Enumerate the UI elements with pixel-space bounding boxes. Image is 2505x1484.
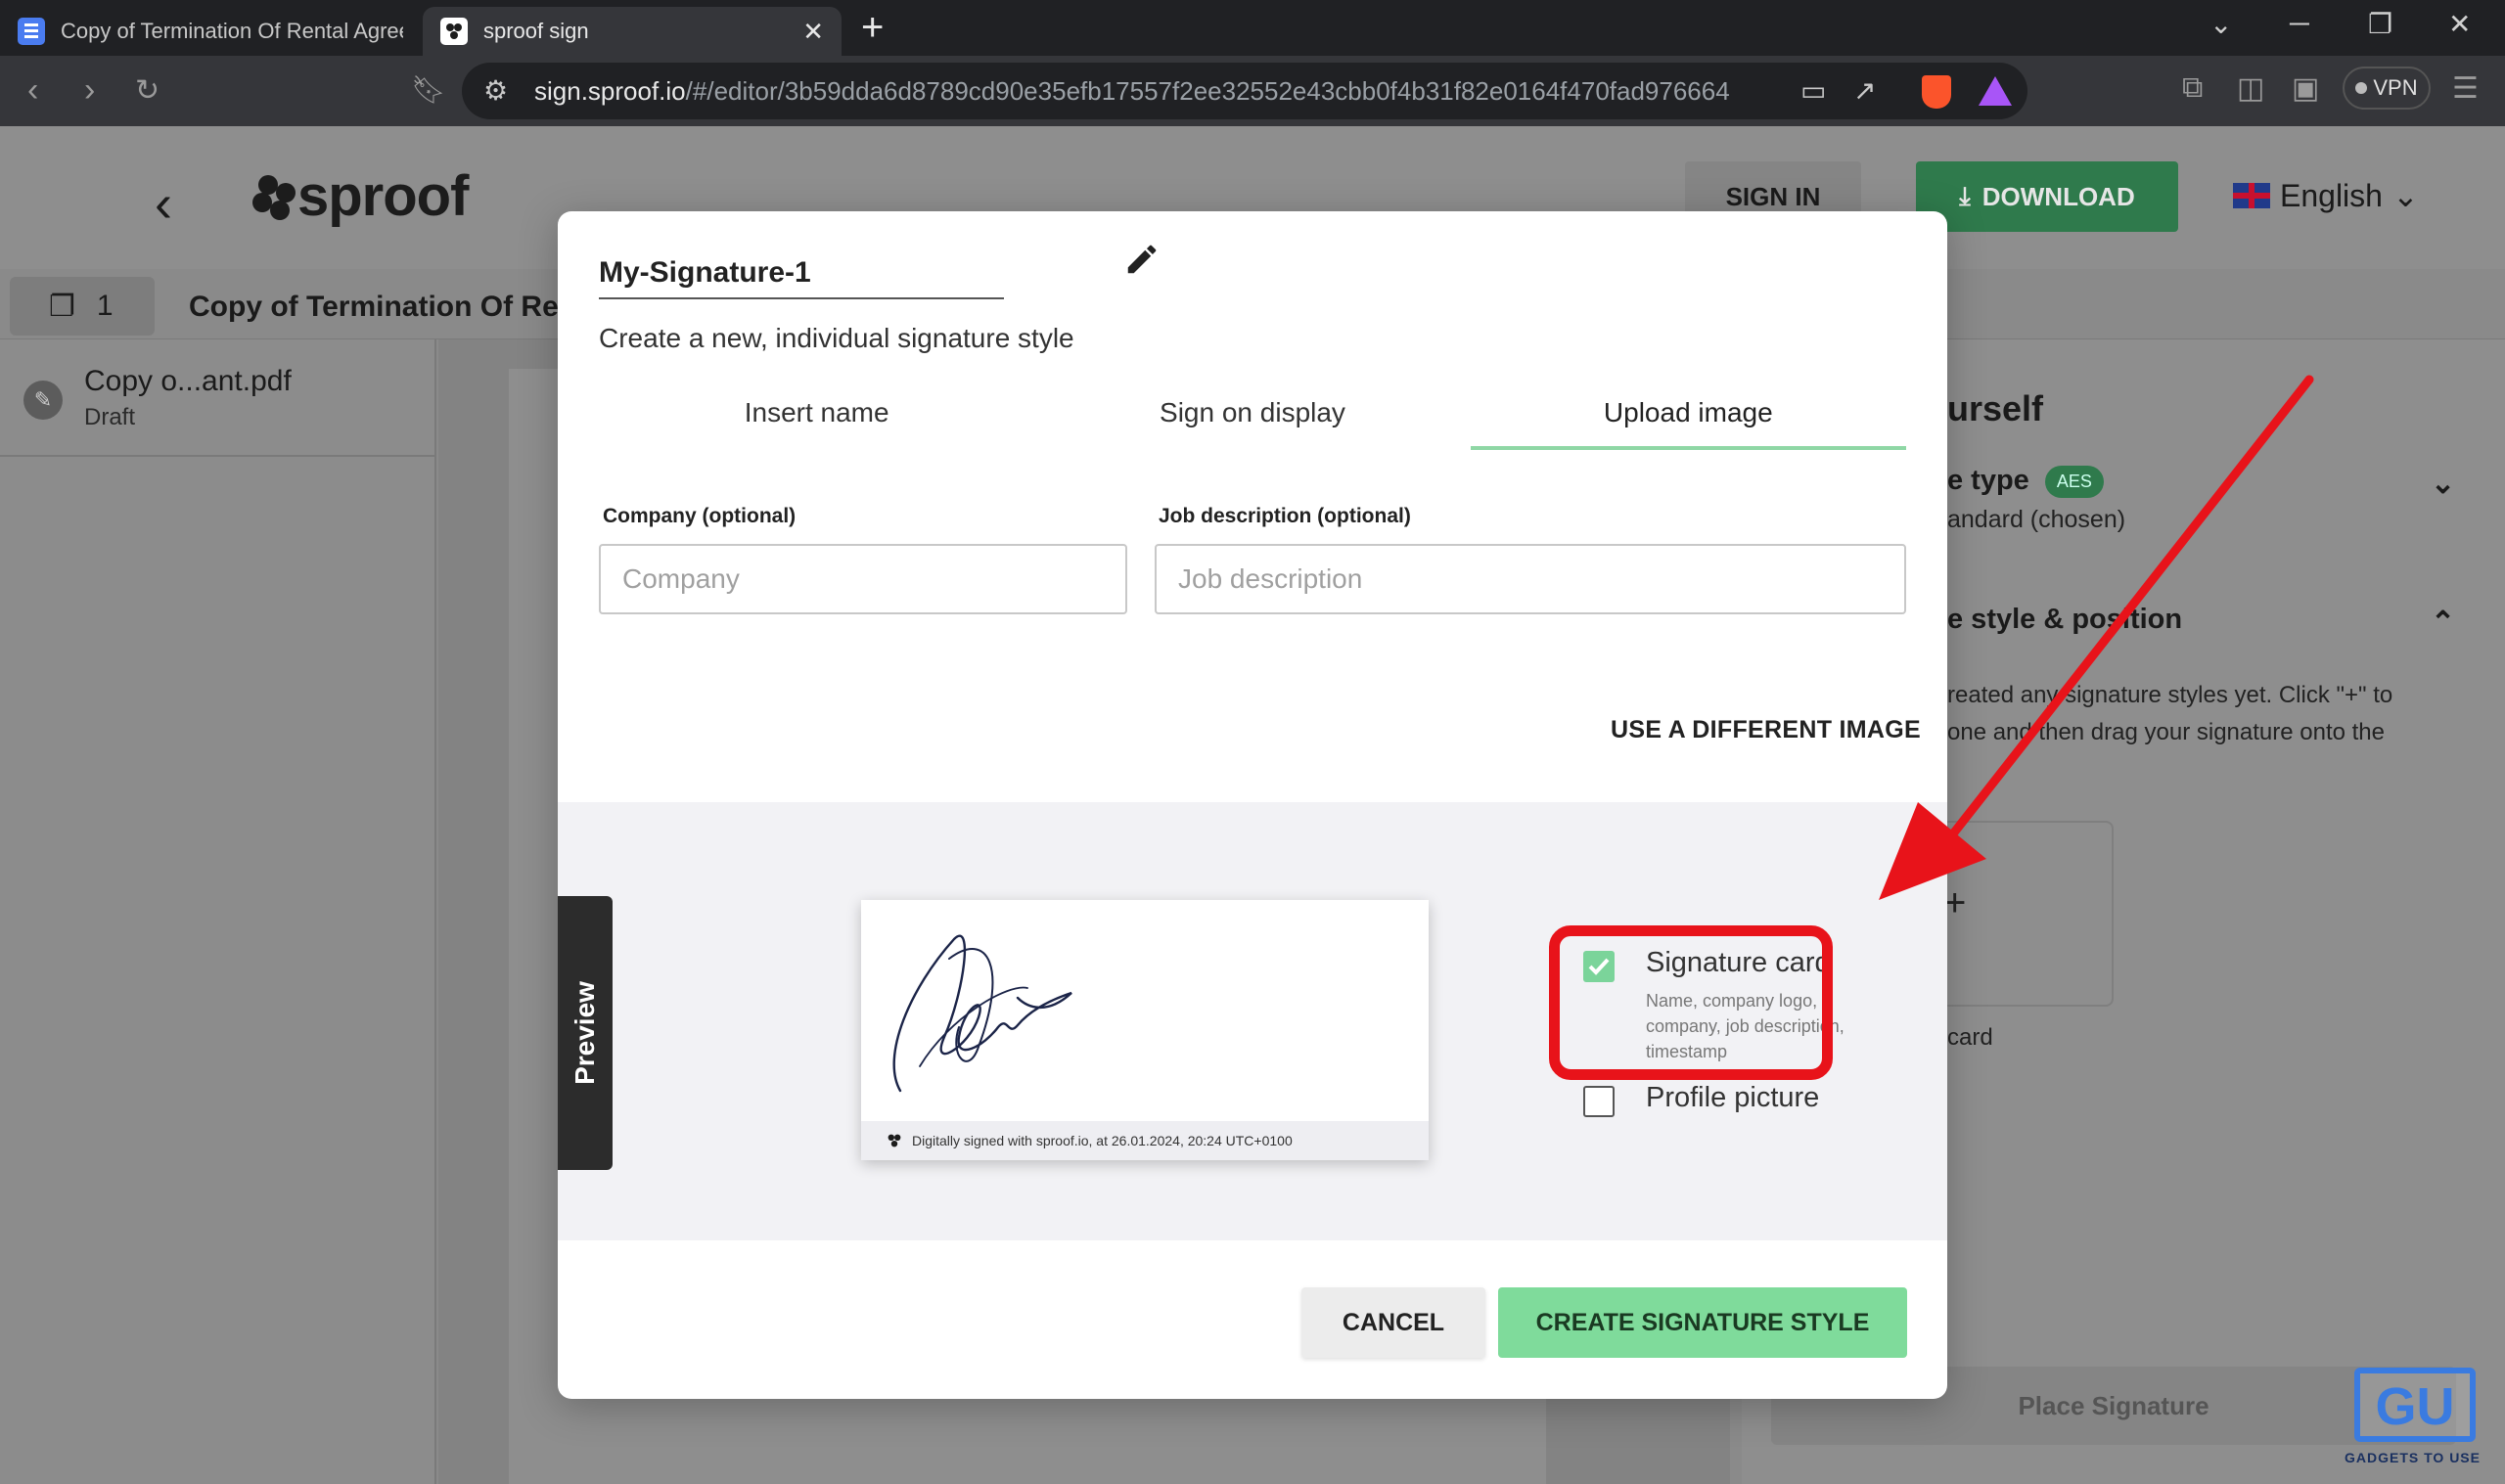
pencil-icon: ✎ bbox=[23, 381, 63, 420]
sproof-icon bbox=[888, 1134, 901, 1147]
chevron-down-icon[interactable]: ⌄ bbox=[2431, 467, 2455, 501]
svg-text:GU: GU bbox=[2376, 1377, 2455, 1436]
panel-heading: urself bbox=[1947, 388, 2044, 428]
info-text-line2: one and then drag your signature onto th… bbox=[1947, 719, 2385, 745]
chevron-up-icon[interactable]: ⌃ bbox=[2431, 606, 2455, 640]
card-label: card bbox=[1947, 1024, 1993, 1051]
chevron-down-icon: ⌄ bbox=[2391, 178, 2419, 213]
signature-timestamp: Digitally signed with sproof.io, at 26.0… bbox=[912, 1133, 1293, 1148]
back-chevron-icon[interactable]: ‹ bbox=[155, 173, 172, 234]
company-label: Company (optional) bbox=[603, 505, 797, 527]
cast-icon[interactable]: ▭ bbox=[1800, 74, 1826, 107]
documents-sidebar: ✎ Copy o...ant.pdf Draft bbox=[0, 339, 436, 1484]
tab-insert-name[interactable]: Insert name bbox=[599, 385, 1034, 450]
download-icon: ⤓ bbox=[1959, 181, 1971, 210]
reload-icon[interactable]: ↻ bbox=[135, 73, 159, 108]
style-position-heading: e style & position bbox=[1947, 604, 2183, 635]
close-tab-icon[interactable]: ✕ bbox=[802, 17, 824, 47]
job-description-label: Job description (optional) bbox=[1159, 505, 1411, 527]
wallet-icon[interactable]: ▣ bbox=[2292, 71, 2319, 106]
minimize-icon[interactable]: ─ bbox=[2290, 8, 2309, 39]
brave-rewards-icon[interactable] bbox=[1979, 76, 2012, 106]
info-text-line1: reated any signature styles yet. Click "… bbox=[1947, 682, 2393, 708]
modal-subtitle: Create a new, individual signature style bbox=[599, 323, 1074, 353]
language-selector[interactable]: English ⌄ bbox=[2233, 177, 2419, 214]
download-button[interactable]: ⤓ DOWNLOAD bbox=[1916, 161, 2178, 232]
create-signature-style-button[interactable]: CREATE SIGNATURE STYLE bbox=[1498, 1287, 1907, 1358]
use-different-image-button[interactable]: USE A DIFFERENT IMAGE bbox=[1611, 716, 1921, 744]
sproof-icon bbox=[440, 18, 468, 45]
document-name: Copy o...ant.pdf bbox=[84, 365, 292, 397]
tab-title: sproof sign bbox=[483, 19, 589, 43]
signature-type-label: e type AES bbox=[1947, 465, 2104, 498]
browser-toolbar: ‹ › ↻ 🔖︎ ⚙︎ sign.sproof.io/#/editor/3b59… bbox=[0, 56, 2505, 126]
document-title: Copy of Termination Of Ren bbox=[189, 291, 577, 323]
signature-image bbox=[892, 934, 1072, 1093]
company-input[interactable] bbox=[599, 544, 1127, 614]
create-signature-modal: My-Signature-1 Create a new, individual … bbox=[558, 211, 1947, 1399]
browser-tab-sproof[interactable]: sproof sign ✕ bbox=[423, 7, 842, 56]
document-list-item[interactable]: ✎ Copy o...ant.pdf Draft bbox=[0, 339, 436, 457]
cancel-button[interactable]: CANCEL bbox=[1301, 1287, 1485, 1358]
address-bar[interactable]: ⚙︎ sign.sproof.io/#/editor/3b59dda6d8789… bbox=[462, 63, 2027, 119]
preview-tab[interactable]: Preview bbox=[558, 896, 613, 1170]
browser-tab-bar: Copy of Termination Of Rental Agreem spr… bbox=[0, 0, 2505, 56]
profile-picture-checkbox[interactable] bbox=[1583, 1086, 1615, 1117]
gtu-logo-icon: GU bbox=[2354, 1368, 2476, 1442]
tab-upload-image[interactable]: Upload image bbox=[1470, 385, 1906, 450]
brave-shield-icon[interactable] bbox=[1922, 75, 1951, 109]
browser-tab-docs[interactable]: Copy of Termination Of Rental Agreem bbox=[0, 7, 421, 56]
signature-type-value: andard (chosen) bbox=[1947, 506, 2126, 533]
bookmark-icon[interactable]: 🔖︎ bbox=[411, 73, 446, 106]
site-settings-icon[interactable]: ⚙︎ bbox=[483, 74, 508, 107]
page-count[interactable]: ❐ 1 bbox=[10, 277, 155, 336]
menu-icon[interactable]: ☰ bbox=[2452, 71, 2479, 106]
extensions-icon[interactable]: ⧉ bbox=[2182, 71, 2203, 105]
back-icon[interactable]: ‹ bbox=[27, 71, 38, 110]
gadgets-to-use-watermark: GU GADGETS TO USE bbox=[2345, 1368, 2482, 1469]
signature-method-tabs: Insert name Sign on display Upload image bbox=[599, 385, 1906, 450]
sproof-logo: sproof bbox=[249, 163, 469, 229]
tab-sign-on-display[interactable]: Sign on display bbox=[1034, 385, 1470, 450]
docs-icon bbox=[18, 18, 45, 45]
signature-card-preview: Digitally signed with sproof.io, at 26.0… bbox=[861, 900, 1429, 1160]
job-description-input[interactable] bbox=[1155, 544, 1906, 614]
profile-picture-title: Profile picture bbox=[1646, 1082, 1820, 1113]
vpn-button[interactable]: VPN bbox=[2343, 67, 2431, 110]
signature-name-field[interactable]: My-Signature-1 bbox=[599, 256, 1004, 299]
uk-flag-icon bbox=[2233, 183, 2270, 208]
sidebar-icon[interactable]: ◫ bbox=[2237, 71, 2264, 106]
new-tab-icon[interactable]: + bbox=[861, 6, 884, 50]
forward-icon[interactable]: › bbox=[84, 71, 95, 110]
signature-card-footer: Digitally signed with sproof.io, at 26.0… bbox=[861, 1121, 1429, 1160]
close-window-icon[interactable]: ✕ bbox=[2448, 8, 2471, 40]
aes-badge: AES bbox=[2044, 465, 2104, 498]
tab-search-icon[interactable]: ⌄ bbox=[2209, 8, 2232, 40]
edit-pencil-icon[interactable] bbox=[1123, 241, 1161, 283]
restore-icon[interactable]: ❐ bbox=[2368, 8, 2392, 40]
pages-icon: ❐ bbox=[49, 290, 75, 323]
tab-title: Copy of Termination Of Rental Agreem bbox=[61, 19, 403, 43]
url-text: sign.sproof.io/#/editor/3b59dda6d8789cd9… bbox=[534, 76, 1730, 106]
highlight-box bbox=[1549, 925, 1833, 1080]
share-icon[interactable]: ↗ bbox=[1853, 74, 1876, 107]
document-status: Draft bbox=[84, 404, 136, 430]
